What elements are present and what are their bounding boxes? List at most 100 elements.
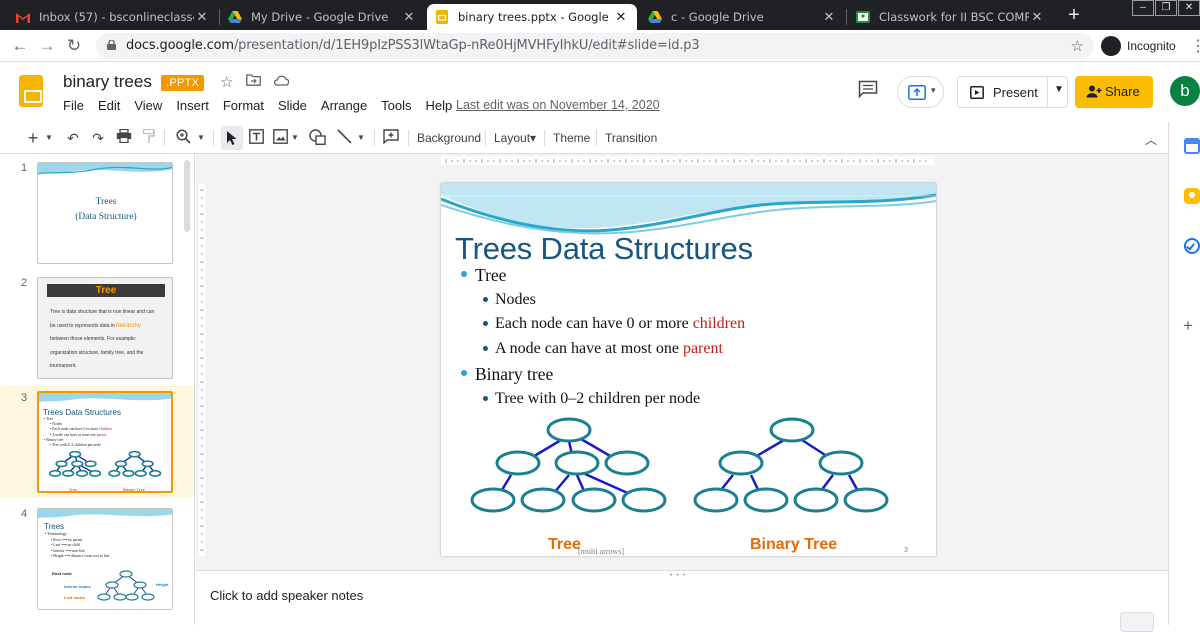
tree-label[interactable]: Tree (548, 536, 581, 554)
tab-c-drive[interactable]: c - Google Drive ✕ (640, 4, 845, 30)
binary-tree-label[interactable]: Binary Tree (750, 536, 837, 554)
slide-thumbnail-1[interactable]: Trees (Data Structure) (37, 162, 173, 264)
comments-icon[interactable] (858, 80, 880, 99)
thumb-label: Leaf nodes (64, 595, 86, 600)
tab-classroom[interactable]: Classwork for II BSC COMPUTER ✕ (848, 4, 1053, 30)
chevron-down-icon[interactable]: ▼ (44, 129, 54, 147)
avatar[interactable]: b (1170, 76, 1200, 106)
menu-help[interactable]: Help (426, 98, 453, 113)
wave-banner (441, 183, 936, 235)
background-button[interactable]: Background (417, 131, 481, 145)
close-icon[interactable]: ✕ (401, 10, 417, 25)
slide-number: 1 (21, 162, 28, 174)
menu-insert[interactable]: Insert (176, 98, 209, 113)
chevron-down-icon[interactable]: ▼ (196, 129, 206, 147)
slide-thumbnail-2[interactable]: Tree Tree is data structure that is non … (37, 277, 173, 379)
bullet-nodes[interactable]: Nodes (483, 291, 536, 309)
close-window-icon[interactable]: ✕ (1178, 0, 1200, 16)
close-icon[interactable]: ✕ (1029, 10, 1045, 25)
bullet-each-node[interactable]: Each node can have 0 or more children (483, 315, 745, 333)
minimize-icon[interactable]: – (1132, 0, 1154, 16)
move-to-folder-icon[interactable] (246, 73, 261, 90)
zoom-icon[interactable] (174, 129, 192, 147)
document-title[interactable]: binary trees (63, 72, 152, 92)
bullet-at-most[interactable]: A node can have at most one parent (483, 340, 723, 358)
bullet-binary-tree[interactable]: Binary tree (461, 364, 553, 385)
menu-slide[interactable]: Slide (278, 98, 307, 113)
new-slide-icon[interactable]: + (26, 129, 40, 147)
url-bar[interactable]: docs.google.com/presentation/d/1EH9pIzPS… (96, 33, 1094, 59)
bullet-tree[interactable]: Tree (461, 265, 506, 286)
tab-gmail[interactable]: Inbox (57) - bsconlineclass45@gmai ✕ (8, 4, 218, 30)
close-icon[interactable]: ✕ (821, 10, 837, 25)
present-button[interactable]: Present ▼ (957, 76, 1068, 108)
cloud-status-icon[interactable] (273, 73, 290, 90)
incognito-icon (1101, 36, 1121, 56)
bookmark-star-icon[interactable]: ☆ (1071, 37, 1084, 55)
tab-my-drive[interactable]: My Drive - Google Drive ✕ (220, 4, 425, 30)
tab-binary-trees-slides[interactable]: binary trees.pptx - Google Slides ✕ (427, 4, 637, 30)
last-edit-link[interactable]: Last edit was on November 14, 2020 (456, 98, 660, 112)
restore-icon[interactable]: ❐ (1155, 0, 1177, 16)
browser-menu-icon[interactable]: ⋮ (1190, 36, 1200, 56)
transition-button[interactable]: Transition (605, 131, 657, 145)
shape-icon[interactable] (308, 129, 326, 147)
side-panel: + (1168, 122, 1200, 625)
chevron-down-icon[interactable]: ▼ (1054, 84, 1064, 95)
bullet-dot (461, 271, 467, 277)
forward-arrow-icon[interactable]: → (37, 36, 57, 56)
thumb-highlight: hierarchy (116, 322, 141, 329)
calendar-icon[interactable] (1184, 138, 1200, 154)
menu-arrange[interactable]: Arrange (321, 98, 367, 113)
close-icon[interactable]: ✕ (194, 10, 210, 25)
new-tab-button[interactable]: + (1063, 4, 1085, 26)
wave-banner (38, 509, 172, 518)
slide-canvas[interactable]: Trees Data Structures Tree Nodes Each no… (196, 154, 1168, 570)
speaker-notes-placeholder[interactable]: Click to add speaker notes (210, 588, 363, 603)
explore-button[interactable] (1120, 612, 1154, 632)
keep-icon[interactable] (1184, 188, 1200, 204)
tasks-icon[interactable] (1184, 238, 1200, 254)
theme-button[interactable]: Theme (553, 131, 590, 145)
paint-format-icon[interactable] (140, 128, 158, 147)
text-box-icon[interactable] (248, 129, 264, 147)
slide-thumbnail-3[interactable]: Trees Data Structures • Tree • Nodes • E… (37, 391, 173, 493)
slide-title[interactable]: Trees Data Structures (455, 231, 753, 267)
thumb-line: Trees (95, 197, 117, 207)
tree-diagrams[interactable] (441, 415, 936, 550)
menu-file[interactable]: File (63, 98, 84, 113)
thumb-body: • Tree • Nodes • Each node can have 0 or… (44, 417, 112, 448)
layout-button[interactable]: Layout▾ (494, 131, 536, 145)
speaker-notes[interactable]: Click to add speaker notes (196, 576, 1168, 632)
menu-tools[interactable]: Tools (381, 98, 411, 113)
filmstrip-scrollbar[interactable] (184, 160, 190, 232)
back-arrow-icon[interactable]: ← (10, 36, 30, 56)
add-comment-icon[interactable] (382, 129, 400, 147)
add-addon-icon[interactable]: + (1183, 316, 1193, 336)
slides-logo-icon[interactable] (19, 75, 43, 107)
chevron-down-icon[interactable]: ▼ (290, 129, 300, 147)
menu-view[interactable]: View (134, 98, 162, 113)
chevron-down-icon[interactable]: ▼ (356, 129, 366, 147)
slide-thumbnail-4[interactable]: Trees • Terminology • Root ⟶ no parent •… (37, 508, 173, 610)
bullet-binary-sub[interactable]: Tree with 0–2 children per node (483, 390, 700, 408)
url-path: /presentation/d/1EH9pIzPSS3lWtaGp-nRe0Hj… (233, 38, 700, 53)
share-button[interactable]: Share (1075, 76, 1153, 108)
incognito-indicator[interactable]: Incognito (1101, 36, 1176, 56)
image-icon[interactable] (272, 129, 288, 147)
collapse-menus-icon[interactable]: ︿ (1145, 131, 1157, 148)
present-to-meeting-button[interactable]: ▾ (897, 76, 944, 108)
print-icon[interactable] (115, 128, 133, 147)
menu-edit[interactable]: Edit (98, 98, 120, 113)
current-slide[interactable]: Trees Data Structures Tree Nodes Each no… (441, 183, 936, 556)
menu-format[interactable]: Format (223, 98, 264, 113)
select-tool-button[interactable] (221, 126, 243, 150)
close-icon[interactable]: ✕ (613, 10, 629, 25)
reload-icon[interactable]: ↻ (64, 36, 84, 56)
line-icon[interactable] (336, 129, 352, 147)
chevron-down-icon: ▾ (931, 85, 936, 95)
redo-icon[interactable]: ↷ (89, 129, 107, 147)
star-icon[interactable]: ☆ (220, 73, 233, 91)
undo-icon[interactable]: ↶ (64, 129, 82, 147)
bullet-text: A node can have at most one (495, 340, 683, 357)
